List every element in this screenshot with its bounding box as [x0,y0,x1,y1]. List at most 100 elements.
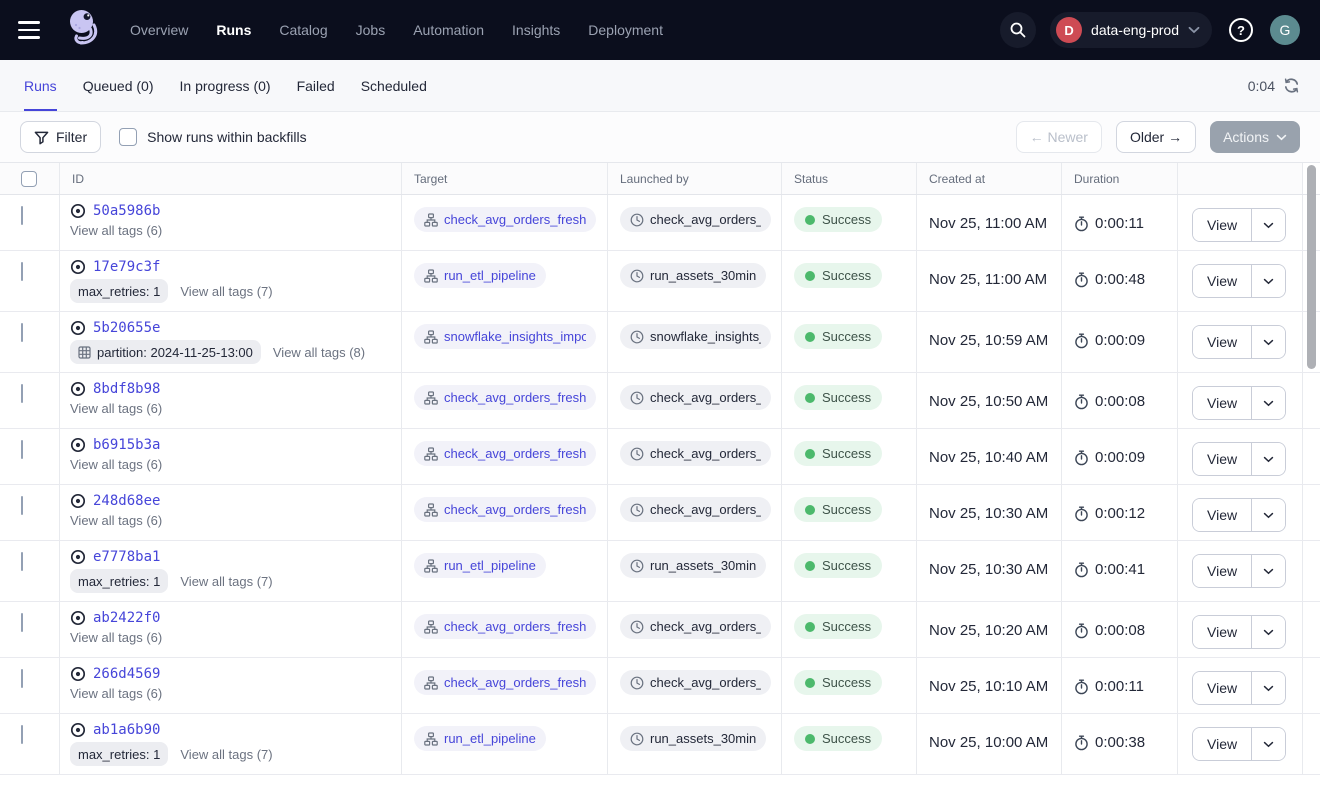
nav-item[interactable]: Insights [512,22,560,38]
run-id-link[interactable]: 50a5986b [93,203,160,219]
nav-item[interactable]: Deployment [588,22,663,38]
select-all-checkbox[interactable] [21,171,37,187]
view-button[interactable]: View [1193,555,1251,587]
launched-by-pill[interactable]: snowflake_insights_… [620,324,771,349]
view-dropdown-button[interactable] [1251,443,1285,475]
view-button[interactable]: View [1193,387,1251,419]
view-dropdown-button[interactable] [1251,387,1285,419]
target-job-pill[interactable]: snowflake_insights_import [414,324,596,349]
run-tag-pill[interactable]: max_retries: 1 [70,569,168,593]
tab[interactable]: Scheduled [361,60,427,111]
target-job-pill[interactable]: check_avg_orders_freshne [414,670,596,695]
run-id-link[interactable]: 8bdf8b98 [93,381,160,397]
run-tag-pill[interactable]: max_retries: 1 [70,279,168,303]
nav-item[interactable]: Overview [130,22,188,38]
view-dropdown-button[interactable] [1251,499,1285,531]
view-all-tags-link[interactable]: View all tags (7) [180,284,272,299]
view-dropdown-button[interactable] [1251,672,1285,704]
target-job-pill[interactable]: run_etl_pipeline [414,553,546,578]
target-job-pill[interactable]: check_avg_orders_freshne [414,497,596,522]
nav-item[interactable]: Jobs [356,22,386,38]
view-button[interactable]: View [1193,616,1251,648]
tab[interactable]: Runs [24,60,57,111]
view-button[interactable]: View [1193,499,1251,531]
view-dropdown-button[interactable] [1251,728,1285,760]
nav-item[interactable]: Runs [216,22,251,38]
launched-by-pill[interactable]: check_avg_orders_f… [620,614,771,639]
user-avatar[interactable]: G [1270,15,1300,45]
view-button[interactable]: View [1193,443,1251,475]
view-dropdown-button[interactable] [1251,616,1285,648]
view-all-tags-link[interactable]: View all tags (7) [180,574,272,589]
row-checkbox[interactable] [21,552,23,571]
run-id-link[interactable]: 266d4569 [93,666,160,682]
view-dropdown-button[interactable] [1251,209,1285,241]
view-dropdown-button[interactable] [1251,265,1285,297]
view-button[interactable]: View [1193,326,1251,358]
row-checkbox[interactable] [21,613,23,632]
launched-by-pill[interactable]: run_assets_30min [620,263,766,288]
row-checkbox[interactable] [21,323,23,342]
row-checkbox[interactable] [21,440,23,459]
help-button[interactable]: ? [1226,15,1256,45]
view-all-tags-link[interactable]: View all tags (8) [273,345,365,360]
view-button[interactable]: View [1193,265,1251,297]
target-job-pill[interactable]: run_etl_pipeline [414,726,546,751]
launched-by-pill[interactable]: run_assets_30min [620,553,766,578]
actions-button[interactable]: Actions [1210,121,1300,153]
run-id-link[interactable]: 17e79c3f [93,259,160,275]
target-job-pill[interactable]: check_avg_orders_freshne [414,614,596,639]
launched-by-pill[interactable]: check_avg_orders_f… [620,385,771,410]
run-tag-pill[interactable]: partition: 2024-11-25-13:00 [70,340,261,364]
view-dropdown-button[interactable] [1251,326,1285,358]
newer-button[interactable]: ← Newer [1016,121,1102,153]
row-checkbox[interactable] [21,669,23,688]
nav-item[interactable]: Automation [413,22,484,38]
view-all-tags-link[interactable]: View all tags (7) [180,747,272,762]
launched-by-pill[interactable]: check_avg_orders_f… [620,670,771,695]
view-button[interactable]: View [1193,728,1251,760]
view-all-tags-link[interactable]: View all tags (6) [70,630,162,645]
view-all-tags-link[interactable]: View all tags (6) [70,401,162,416]
row-checkbox[interactable] [21,725,23,744]
run-id-link[interactable]: 5b20655e [93,320,160,336]
row-checkbox[interactable] [21,384,23,403]
show-backfills-toggle[interactable]: Show runs within backfills [119,128,307,146]
tab[interactable]: Queued (0) [83,60,154,111]
vertical-scrollbar-thumb[interactable] [1307,165,1316,369]
launched-by-pill[interactable]: check_avg_orders_f… [620,441,771,466]
filter-button[interactable]: Filter [20,121,101,153]
view-all-tags-link[interactable]: View all tags (6) [70,223,162,238]
refresh-button[interactable] [1283,77,1300,94]
target-job-pill[interactable]: check_avg_orders_freshne [414,441,596,466]
view-all-tags-link[interactable]: View all tags (6) [70,513,162,528]
tab[interactable]: In progress (0) [180,60,271,111]
target-job-pill[interactable]: check_avg_orders_freshne [414,385,596,410]
view-dropdown-button[interactable] [1251,555,1285,587]
row-checkbox[interactable] [21,262,23,281]
search-button[interactable] [1000,12,1036,48]
run-id-link[interactable]: ab2422f0 [93,610,160,626]
launched-by-pill[interactable]: check_avg_orders_f… [620,207,771,232]
deployment-switcher[interactable]: D data-eng-prod [1050,12,1212,48]
target-job-pill[interactable]: check_avg_orders_freshne [414,207,596,232]
hamburger-menu-icon[interactable] [18,16,46,44]
view-button[interactable]: View [1193,209,1251,241]
run-id-link[interactable]: e7778ba1 [93,549,160,565]
launched-by-pill[interactable]: check_avg_orders_f… [620,497,771,522]
show-backfills-checkbox[interactable] [119,128,137,146]
view-all-tags-link[interactable]: View all tags (6) [70,457,162,472]
run-tag-pill[interactable]: max_retries: 1 [70,742,168,766]
row-checkbox[interactable] [21,206,23,225]
view-all-tags-link[interactable]: View all tags (6) [70,686,162,701]
target-job-pill[interactable]: run_etl_pipeline [414,263,546,288]
run-id-link[interactable]: ab1a6b90 [93,722,160,738]
older-button[interactable]: Older → [1116,121,1196,153]
launched-by-pill[interactable]: run_assets_30min [620,726,766,751]
nav-item[interactable]: Catalog [279,22,327,38]
run-id-link[interactable]: b6915b3a [93,437,160,453]
view-button[interactable]: View [1193,672,1251,704]
row-checkbox[interactable] [21,496,23,515]
tab[interactable]: Failed [297,60,335,111]
run-id-link[interactable]: 248d68ee [93,493,160,509]
